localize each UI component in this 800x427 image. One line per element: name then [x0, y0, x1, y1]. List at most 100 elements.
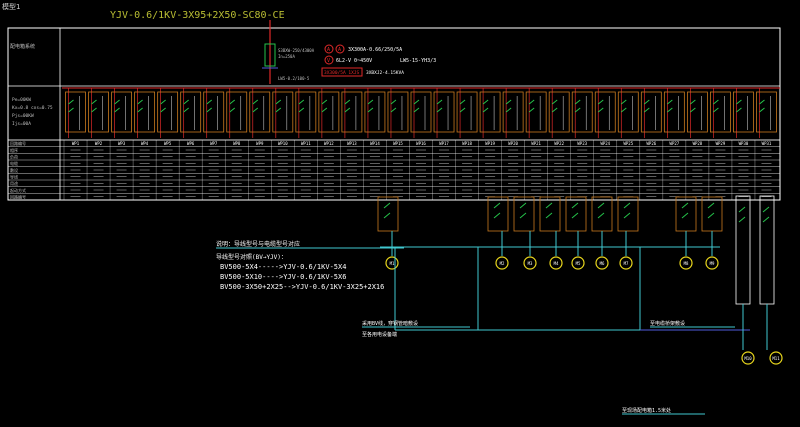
sub-box-2[interactable]	[513, 196, 535, 232]
main-breaker-label: S3BXW-250/4300A	[278, 48, 315, 53]
voltmeter-glyph: V	[327, 58, 330, 64]
electrical-diagram: YJV-0.6/1KV-3X95+2X50-SC80-CE 配电箱系统 S3BX…	[7, 10, 783, 415]
breaker-symbol-icon	[759, 99, 765, 113]
circuit-id-WP25: WP25	[623, 141, 633, 146]
circuit-id-WP7: WP7	[210, 141, 218, 146]
cable-spec-header: YJV-0.6/1KV-3X95+2X50-SC80-CE	[110, 10, 285, 21]
breaker-symbol-icon	[68, 99, 74, 113]
motor-label: M7	[624, 261, 629, 266]
sub-panel-breaker-icon	[762, 206, 770, 223]
circuit-id-WP26: WP26	[647, 141, 657, 146]
circuit-id-WP20: WP20	[508, 141, 518, 146]
table-row-label: 敷设	[10, 167, 18, 173]
circuit-table: 回路编号相序负荷电缆敷设导线用途起动方式回路编号WP1 WP2 WP3 WP4 WP5 W…	[8, 139, 780, 201]
notes-line-2: BV500-5X10---->YJV-0.6/1KV-5X6	[220, 273, 346, 281]
breaker-symbol-icon	[736, 99, 742, 113]
circuit-id-WP22: WP22	[554, 141, 564, 146]
sub-panel-breaker-icon	[738, 206, 746, 223]
sub-breaker-icon	[681, 202, 689, 219]
sub-breaker-icon	[707, 202, 715, 219]
table-row-label: 用途	[10, 180, 18, 186]
breaker-symbol-icon	[137, 99, 143, 113]
sub-breaker-icon	[597, 202, 605, 219]
load-spec-3: Ijs=00A	[12, 121, 31, 127]
panel-label: 配电箱系统	[10, 43, 35, 50]
motor-label: M4	[554, 261, 559, 266]
breaker-symbol-icon	[390, 99, 397, 113]
circuit-id-WP18: WP18	[462, 141, 472, 146]
table-row-label: 电缆	[10, 160, 18, 166]
breaker-symbol-icon	[413, 99, 420, 113]
breaker-symbol-icon	[183, 99, 189, 113]
load-specs: Pe=00KW Kx=0.8 cos=0.75 Pjs=00KW Ijs=00A	[12, 97, 53, 127]
sub-box-4[interactable]	[565, 196, 587, 232]
breaker-symbol-icon	[597, 99, 604, 113]
circuit-id-WP28: WP28	[693, 141, 703, 146]
circuit-id-WP31: WP31	[762, 141, 772, 146]
bottom-note-left-1: 采用BV线，穿钢管暗敷设	[362, 320, 418, 327]
table-row-label: 回路编号	[10, 140, 26, 146]
bottom-note-right-lower: 至现场配电箱1.5米处	[622, 407, 671, 414]
table-row-label: 导线	[10, 174, 18, 180]
sub-box-6[interactable]	[617, 196, 639, 232]
sub-panel-0[interactable]	[735, 195, 751, 305]
sub-panel-1[interactable]	[759, 195, 775, 305]
sub-box-3[interactable]	[539, 196, 561, 232]
notes-line-1: BV500-5X4----->YJV-0.6/1KV-5X4	[220, 263, 346, 271]
breaker-symbol-icon	[528, 99, 535, 113]
breaker-symbol-icon	[229, 99, 236, 113]
breaker-symbol-icon	[91, 99, 97, 113]
bottom-note-left-2: 至各用电设备端	[362, 331, 397, 338]
circuit-id-WP11: WP11	[301, 141, 311, 146]
ammeter-label: 3X300A-0.66/250/5A	[348, 47, 402, 53]
circuit-id-WP10: WP10	[278, 141, 288, 146]
sub-breaker-icon	[383, 202, 391, 219]
meter-switch-label: LW5-15-YH3/3	[400, 58, 436, 64]
circuit-id-WP12: WP12	[324, 141, 334, 146]
circuit-id-WP3: WP3	[118, 141, 126, 146]
notes-subtitle: 导线型号对照(BV→YJV)：	[216, 253, 287, 261]
load-spec-1: Kx=0.8 cos=0.75	[12, 105, 53, 111]
circuit-id-WP30: WP30	[739, 141, 749, 146]
motor-label: M1	[390, 261, 395, 266]
sub-box-0[interactable]	[377, 196, 399, 232]
sub-breaker-icon	[623, 202, 631, 219]
circuit-columns	[65, 88, 777, 138]
breaker-symbol-icon	[620, 99, 627, 113]
circuit-id-WP16: WP16	[416, 141, 426, 146]
breaker-symbol-icon	[275, 99, 282, 113]
sub-box-group: M1 M2 M3 M4 M5 M6 M7 M8 M9 M10 M11	[377, 195, 783, 365]
breaker-symbol-icon	[667, 99, 673, 113]
motor-label: M2	[500, 261, 505, 266]
circuit-id-WP1: WP1	[72, 141, 80, 146]
main-breaker-sub: In=250A	[278, 54, 295, 59]
circuit-id-WP23: WP23	[577, 141, 587, 146]
circuit-id-WP15: WP15	[393, 141, 403, 146]
load-spec-2: Pjs=00KW	[12, 113, 34, 119]
motor-label: M9	[710, 261, 715, 266]
motor-label: M6	[600, 261, 605, 266]
circuit-id-WP19: WP19	[485, 141, 495, 146]
ammeter-glyph: A	[327, 47, 330, 53]
ct-note: 3XBXJ2-4.15KVA	[366, 70, 404, 76]
breaker-symbol-icon	[459, 99, 466, 113]
sub-box-7[interactable]	[675, 196, 697, 232]
sub-box-5[interactable]	[591, 196, 613, 232]
circuit-id-WP24: WP24	[600, 141, 610, 146]
circuit-id-WP14: WP14	[370, 141, 380, 146]
circuit-id-WP6: WP6	[187, 141, 195, 146]
sub-box-1[interactable]	[487, 196, 509, 232]
sub-box-8[interactable]	[701, 196, 723, 232]
earth-label: LW5-0.2/100·5	[278, 76, 310, 81]
breaker-symbol-icon	[298, 99, 305, 113]
circuit-id-WP21: WP21	[531, 141, 541, 146]
breaker-symbol-icon	[206, 99, 213, 113]
circuit-id-WP27: WP27	[670, 141, 680, 146]
circuit-id-WP17: WP17	[439, 141, 449, 146]
table-row-label: 相序	[10, 147, 18, 153]
load-spec-0: Pe=00KW	[12, 97, 31, 103]
sub-breaker-icon	[571, 202, 579, 219]
breaker-symbol-icon	[713, 99, 719, 113]
breaker-symbol-icon	[690, 99, 696, 113]
breaker-symbol-icon	[436, 99, 443, 113]
